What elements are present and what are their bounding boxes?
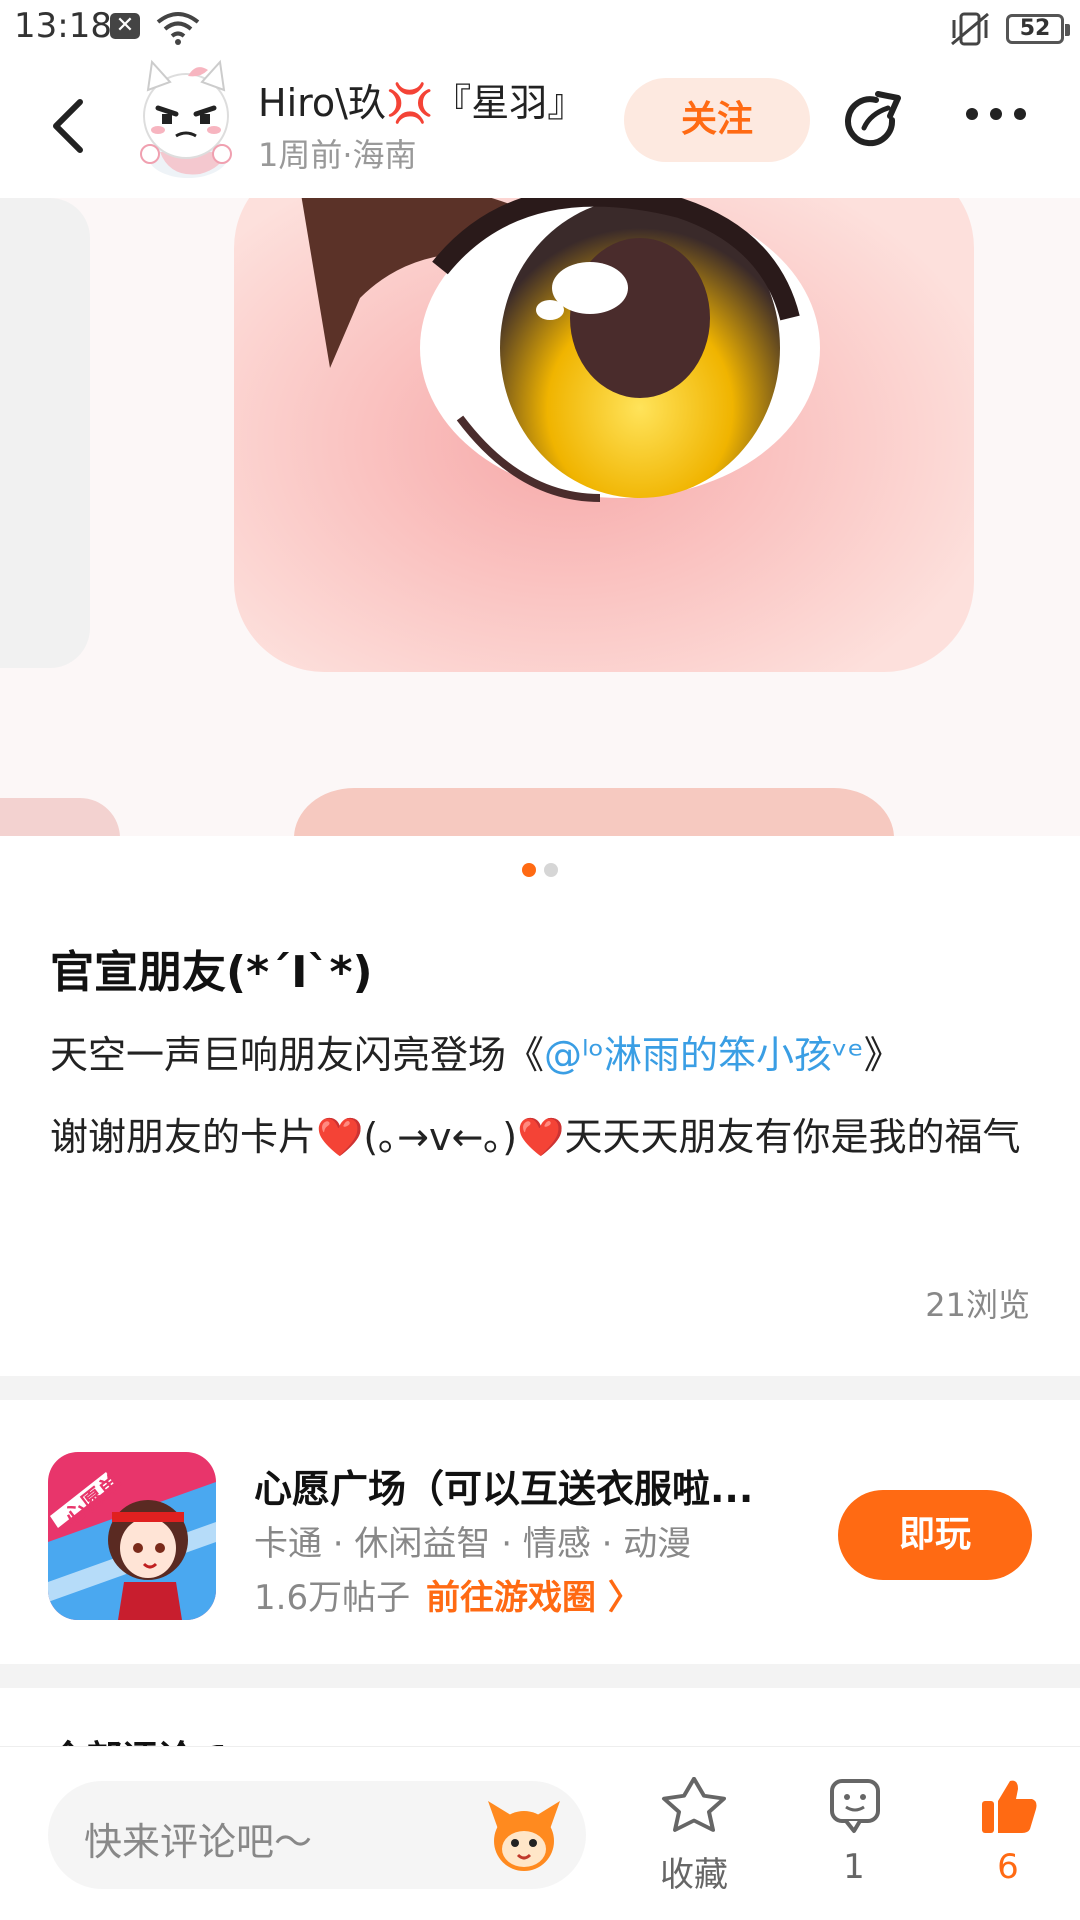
emoji-mascot-icon[interactable] <box>484 1795 564 1875</box>
pagination-dot-active[interactable] <box>522 863 536 877</box>
back-arrow-icon[interactable] <box>48 98 88 154</box>
post-header: Hiro\玖💢『星羽』 1周前·海南 关注 <box>0 56 1080 198</box>
game-post-count: 1.6万帖子 <box>254 1578 411 1618</box>
gallery-pagination <box>522 862 566 877</box>
avatar[interactable] <box>130 56 242 184</box>
more-options-icon[interactable] <box>964 106 1028 122</box>
status-bar: 13:18 ✕ 52 <box>0 0 1080 56</box>
post-image[interactable] <box>0 198 1080 836</box>
comment-bubble-icon <box>830 1779 880 1833</box>
post-text-suffix: 》 <box>863 1033 902 1077</box>
post-text-line: 天空一声巨响朋友闪亮登场《@ˡᵒ淋雨的笨小孩ᵛᵉ》 <box>50 1024 902 1079</box>
status-time: 13:18 <box>14 6 112 46</box>
user-mention-link[interactable]: @ˡᵒ淋雨的笨小孩ᵛᵉ <box>544 1033 864 1077</box>
play-now-button[interactable]: 即玩 <box>838 1490 1032 1580</box>
comment-placeholder: 快来评论吧～ <box>84 1820 313 1864</box>
post-text-body: 谢谢朋友的卡片❤️(｡→v←｡)❤️天天天朋友有你是我的福气 <box>50 1115 1021 1159</box>
anime-eye-image <box>0 198 1080 836</box>
game-name[interactable]: 心愿广场（可以互送衣服啦... <box>254 1458 753 1513</box>
favorite-button[interactable]: 收藏 <box>634 1777 754 1896</box>
game-icon[interactable]: 心愿单 <box>48 1452 216 1620</box>
game-tags: 卡通 · 休闲益智 · 情感 · 动漫 <box>254 1524 692 1564</box>
notification-close-icon: ✕ <box>110 13 140 39</box>
bottom-action-bar: 快来评论吧～ 收藏 1 6 <box>0 1746 1080 1920</box>
like-count: 6 <box>997 1847 1019 1887</box>
comment-count: 1 <box>843 1847 865 1887</box>
wifi-icon <box>156 12 200 45</box>
view-count: 21浏览 <box>925 1286 1030 1324</box>
section-divider <box>0 1376 1080 1400</box>
go-to-game-circle-link[interactable]: 前往游戏圈 〉 <box>426 1570 642 1619</box>
favorite-label: 收藏 <box>660 1855 728 1895</box>
star-icon <box>662 1777 726 1832</box>
thumbs-up-icon <box>982 1780 1037 1833</box>
username[interactable]: Hiro\玖💢『星羽』 <box>258 72 585 127</box>
share-icon[interactable] <box>842 90 906 154</box>
like-button[interactable]: 6 <box>948 1777 1068 1887</box>
comment-button[interactable]: 1 <box>794 1777 914 1887</box>
post-title: 官宣朋友(*´Ι`*) <box>50 947 373 998</box>
post-time-location: 1周前·海南 <box>258 136 417 174</box>
vibrate-mute-icon <box>951 12 989 46</box>
section-divider <box>0 1664 1080 1688</box>
battery-icon: 52 <box>1006 14 1070 44</box>
post-text-prefix: 天空一声巨响朋友闪亮登场《 <box>50 1033 545 1077</box>
follow-button[interactable]: 关注 <box>624 78 810 162</box>
pagination-dot[interactable] <box>544 863 558 877</box>
comment-input[interactable]: 快来评论吧～ <box>48 1781 586 1889</box>
